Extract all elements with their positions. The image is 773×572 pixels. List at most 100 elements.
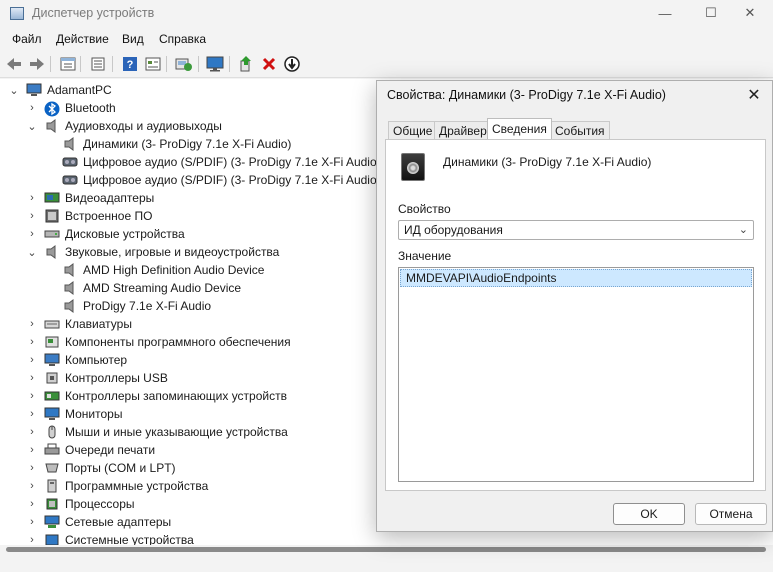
chevron-right-icon[interactable]: › [26, 426, 38, 438]
tree-child-spdif-1[interactable]: Цифровое аудио (S/PDIF) (3- ProDigy 7.1e… [62, 153, 381, 171]
tree-item-usb[interactable]: › Контроллеры USB [26, 369, 168, 387]
chevron-right-icon[interactable]: › [26, 408, 38, 420]
menu-action[interactable]: Действие [56, 32, 109, 46]
tree-item-monitors[interactable]: › Мониторы [26, 405, 122, 423]
chevron-right-icon[interactable]: › [26, 444, 38, 456]
forward-icon[interactable] [27, 54, 47, 74]
tree-item-label: Компоненты программного обеспечения [65, 335, 291, 349]
speaker-icon [62, 263, 78, 277]
tree-root-label: AdamantPC [47, 83, 112, 97]
tree-child-amd-hd-audio[interactable]: AMD High Definition Audio Device [62, 261, 264, 279]
computer-icon [44, 353, 60, 367]
value-listbox[interactable]: MMDEVAPI\AudioEndpoints [398, 267, 754, 482]
chevron-right-icon[interactable]: › [26, 354, 38, 366]
usb-icon [44, 371, 60, 385]
update-driver-icon[interactable] [236, 54, 256, 74]
property-select[interactable]: ИД оборудования ⌄ [398, 220, 754, 240]
help-icon[interactable]: ? [120, 54, 140, 74]
cancel-button[interactable]: Отмена [695, 503, 767, 525]
tree-child-spdif-2[interactable]: Цифровое аудио (S/PDIF) (3- ProDigy 7.1e… [62, 171, 381, 189]
disable-device-icon[interactable] [282, 54, 302, 74]
tree-item-bluetooth[interactable]: › Bluetooth [26, 99, 116, 117]
scan-hardware-icon[interactable] [174, 54, 194, 74]
mouse-icon [44, 425, 60, 439]
keyboard-icon [44, 317, 60, 331]
software-device-icon [44, 479, 60, 493]
tab-driver[interactable]: Драйвер [434, 121, 492, 139]
chevron-down-icon[interactable]: ⌄ [8, 84, 20, 97]
tree-item-software-components[interactable]: › Компоненты программного обеспечения [26, 333, 291, 351]
speaker-icon [62, 137, 78, 151]
uninstall-icon[interactable] [259, 54, 279, 74]
chevron-right-icon[interactable]: › [26, 210, 38, 222]
horizontal-scrollbar[interactable] [0, 545, 773, 572]
chevron-right-icon[interactable]: › [26, 336, 38, 348]
toolbar-separator [198, 56, 199, 72]
tree-item-display-adapters[interactable]: › Видеоадаптеры [26, 189, 154, 207]
back-icon[interactable] [4, 54, 24, 74]
tree-item-label: Порты (COM и LPT) [65, 461, 176, 475]
chevron-right-icon[interactable]: › [26, 480, 38, 492]
tab-general[interactable]: Общие [388, 121, 438, 139]
list-item[interactable]: MMDEVAPI\AudioEndpoints [400, 269, 752, 287]
close-button[interactable]: ✕ [727, 2, 773, 24]
dialog-title: Свойства: Динамики (3- ProDigy 7.1e X-Fi… [387, 88, 666, 102]
tree-item-firmware[interactable]: › Встроенное ПО [26, 207, 152, 225]
ok-button[interactable]: OK [613, 503, 685, 525]
tree-item-disk-drives[interactable]: › Дисковые устройства [26, 225, 185, 243]
tree-child-label: Цифровое аудио (S/PDIF) (3- ProDigy 7.1e… [83, 155, 381, 169]
minimize-button[interactable]: — [642, 2, 688, 24]
bluetooth-icon [44, 101, 60, 117]
view-icon[interactable] [88, 54, 108, 74]
menu-bar: Файл Действие Вид Справка [0, 28, 773, 50]
tree-item-software-devices[interactable]: › Программные устройства [26, 477, 208, 495]
tree-item-system-devices[interactable]: › Системные устройства [26, 531, 194, 546]
toolbar-separator [80, 56, 81, 72]
toolbar-separator [112, 56, 113, 72]
properties-sheet-icon[interactable] [58, 54, 78, 74]
chevron-right-icon[interactable]: › [26, 318, 38, 330]
tree-item-label: Мониторы [65, 407, 123, 421]
tree-item-storage-controllers[interactable]: › Контроллеры запоминающих устройств [26, 387, 287, 405]
chevron-right-icon[interactable]: › [26, 102, 38, 114]
details-icon[interactable] [143, 54, 163, 74]
tree-item-ports[interactable]: › Порты (COM и LPT) [26, 459, 176, 477]
tree-child-prodigy[interactable]: ProDigy 7.1e X-Fi Audio [62, 297, 211, 315]
computer-icon [26, 83, 42, 97]
chevron-right-icon[interactable]: › [26, 390, 38, 402]
chevron-right-icon[interactable]: › [26, 372, 38, 384]
tree-item-keyboards[interactable]: › Клавиатуры [26, 315, 132, 333]
chevron-right-icon[interactable]: › [26, 192, 38, 204]
tree-item-label: Мыши и иные указывающие устройства [65, 425, 288, 439]
menu-help[interactable]: Справка [159, 32, 206, 46]
tree-root[interactable]: ⌄ AdamantPC [8, 81, 112, 99]
tab-details[interactable]: Сведения [487, 118, 552, 139]
monitor-icon[interactable] [205, 54, 225, 74]
firmware-icon [44, 209, 60, 223]
tree-item-processors[interactable]: › Процессоры [26, 495, 135, 513]
tree-item-print-queues[interactable]: › Очереди печати [26, 441, 155, 459]
tree-item-label: Сетевые адаптеры [65, 515, 172, 529]
tab-events[interactable]: События [550, 121, 610, 139]
tree-item-computer[interactable]: › Компьютер [26, 351, 127, 369]
scrollbar-thumb[interactable] [6, 547, 766, 552]
chevron-right-icon[interactable]: › [26, 462, 38, 474]
tree-item-mice[interactable]: › Мыши и иные указывающие устройства [26, 423, 288, 441]
dialog-close-button[interactable]: ✕ [744, 85, 764, 105]
tree-child-speakers[interactable]: Динамики (3- ProDigy 7.1e X-Fi Audio) [62, 135, 291, 153]
chevron-right-icon[interactable]: › [26, 516, 38, 528]
tree-child-label: AMD High Definition Audio Device [83, 263, 265, 277]
tree-item-audio-io[interactable]: ⌄ Аудиовходы и аудиовыходы [26, 117, 222, 135]
chevron-right-icon[interactable]: › [26, 228, 38, 240]
menu-file[interactable]: Файл [12, 32, 42, 46]
tree-item-network-adapters[interactable]: › Сетевые адаптеры [26, 513, 171, 531]
chevron-down-icon[interactable]: ⌄ [26, 246, 38, 259]
tree-item-label: Процессоры [65, 497, 135, 511]
tree-child-amd-streaming[interactable]: AMD Streaming Audio Device [62, 279, 241, 297]
tree-item-sound-devices[interactable]: ⌄ Звуковые, игровые и видеоустройства [26, 243, 279, 261]
device-manager-icon [10, 7, 24, 20]
speaker-device-icon [401, 153, 425, 181]
chevron-right-icon[interactable]: › [26, 498, 38, 510]
chevron-down-icon[interactable]: ⌄ [26, 120, 38, 133]
menu-view[interactable]: Вид [122, 32, 144, 46]
